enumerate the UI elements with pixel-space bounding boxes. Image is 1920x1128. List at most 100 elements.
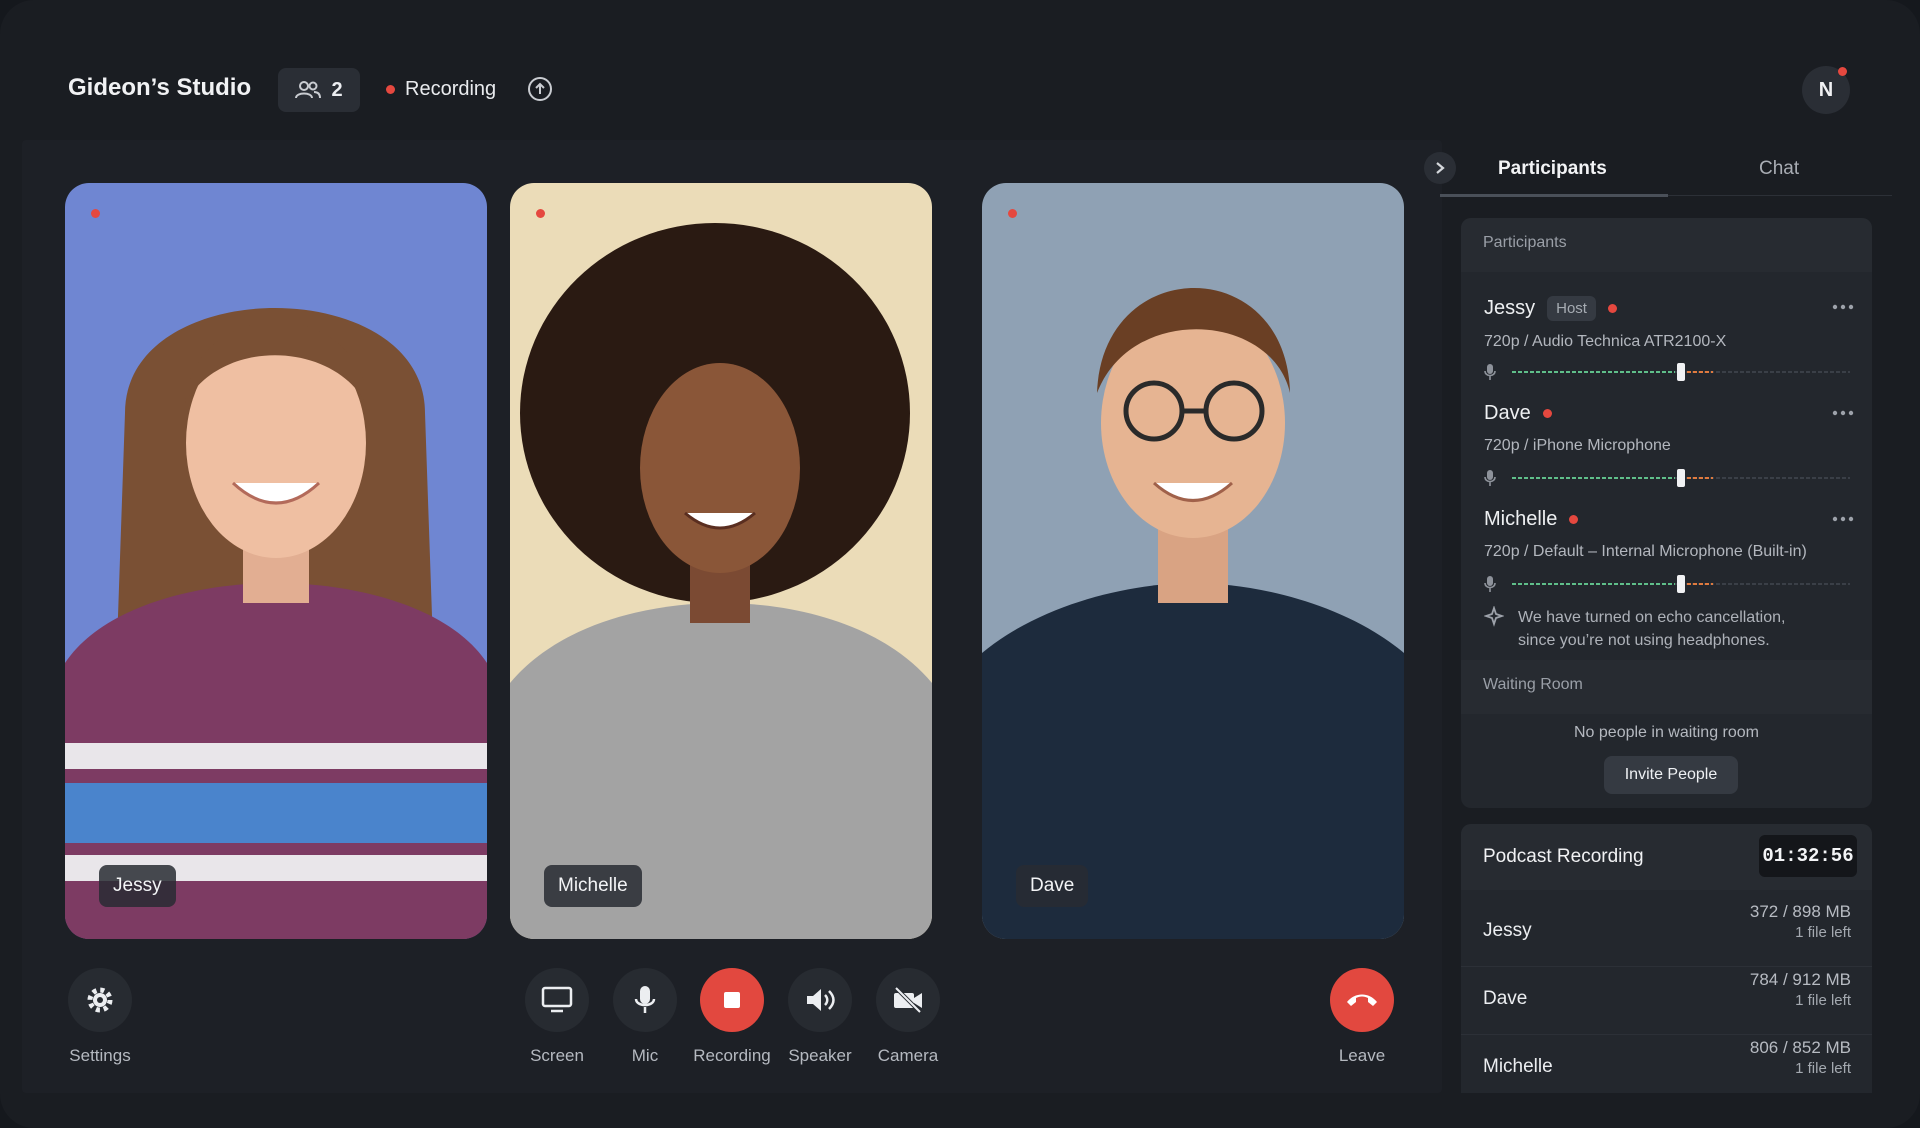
tile-name-tag: Jessy xyxy=(99,865,176,907)
upload-row-name: Jessy xyxy=(1483,920,1532,941)
upload-row-size: 372 / 898 MB xyxy=(1749,902,1851,921)
tab-divider xyxy=(1668,195,1892,196)
recording-status: Recording xyxy=(386,78,496,101)
video-tile-dave[interactable]: Dave xyxy=(982,183,1404,939)
speaker-button[interactable] xyxy=(788,968,852,1032)
audio-level-meter[interactable] xyxy=(1484,362,1854,382)
camera-off-icon xyxy=(894,986,922,1014)
participant-name: Dave xyxy=(1484,402,1531,424)
tab-participants[interactable]: Participants xyxy=(1498,158,1607,180)
participant-device: 720p / Audio Technica ATR2100-X xyxy=(1484,333,1727,350)
camera-label: Camera xyxy=(877,1046,939,1065)
row-divider xyxy=(1461,966,1872,967)
leave-call-button[interactable] xyxy=(1330,968,1394,1032)
host-badge: Host xyxy=(1547,296,1596,321)
volume-slider-handle[interactable] xyxy=(1677,363,1685,381)
upload-row: Jessy 372 / 898 MB 1 file left xyxy=(1461,902,1872,967)
mic-small-icon xyxy=(1487,364,1493,374)
hang-up-icon xyxy=(1347,994,1377,1006)
settings-label: Settings xyxy=(69,1046,131,1065)
recording-indicator-icon xyxy=(1008,209,1017,218)
tab-chat[interactable]: Chat xyxy=(1759,158,1799,180)
screen-share-button[interactable] xyxy=(525,968,589,1032)
screen-control[interactable]: Screen xyxy=(507,968,607,1066)
participant-name: Michelle xyxy=(1484,508,1558,530)
studio-window: Gideon’s Studio 2 Recording N Jessy Mich… xyxy=(0,0,1920,1128)
participant-row: Jessy Host 720p / Audio Technica ATR2100… xyxy=(1484,296,1854,381)
recording-timer: 01:32:56 xyxy=(1759,835,1857,877)
chevron-right-icon xyxy=(1436,162,1445,174)
volume-slider-handle[interactable] xyxy=(1677,469,1685,487)
row-divider xyxy=(1461,1034,1872,1035)
recording-indicator-icon xyxy=(536,209,545,218)
mic-small-icon xyxy=(1487,576,1493,586)
echo-notice-line2: since you’re not using headphones. xyxy=(1518,632,1770,649)
more-options-icon[interactable] xyxy=(1832,516,1854,522)
upload-row-name: Michelle xyxy=(1483,1056,1553,1077)
monitor-icon xyxy=(541,986,573,1013)
upload-row-size: 806 / 852 MB xyxy=(1749,1038,1851,1057)
tile-name-tag: Dave xyxy=(1016,865,1089,907)
upload-row-name: Dave xyxy=(1483,988,1528,1009)
tile-name-tag: Michelle xyxy=(544,865,642,907)
recording-title: Podcast Recording xyxy=(1483,846,1644,867)
waiting-room-empty-text: No people in waiting room xyxy=(1574,724,1759,741)
camera-button[interactable] xyxy=(876,968,940,1032)
speaker-icon xyxy=(807,989,835,1011)
studio-title: Gideon’s Studio xyxy=(68,74,252,101)
mic-label: Mic xyxy=(631,1046,659,1065)
speaker-control[interactable]: Speaker xyxy=(770,968,870,1066)
stop-icon xyxy=(724,992,740,1008)
echo-cancellation-notice: We have turned on echo cancellation, sin… xyxy=(1484,606,1854,652)
waiting-room-label: Waiting Room xyxy=(1483,676,1583,693)
michelle-portrait-image xyxy=(510,183,932,939)
settings-control[interactable]: Settings xyxy=(50,968,150,1066)
jessy-portrait-image xyxy=(65,183,487,939)
upload-row: Dave 784 / 912 MB 1 file left xyxy=(1461,970,1872,1035)
recording-status-label: Recording xyxy=(405,78,497,100)
mic-control[interactable]: Mic xyxy=(595,968,695,1066)
sparkle-headphones-icon xyxy=(1484,606,1504,627)
upload-row-files-left: 1 file left xyxy=(1795,924,1851,941)
more-options-icon[interactable] xyxy=(1832,304,1854,310)
leave-control[interactable]: Leave xyxy=(1312,968,1412,1066)
participants-section-label: Participants xyxy=(1483,234,1567,251)
participant-device: 720p / Default – Internal Microphone (Bu… xyxy=(1484,543,1807,560)
recording-dot-icon xyxy=(1542,409,1552,418)
participants-card: Participants Jessy Host 720p / Audio Tec… xyxy=(1461,218,1872,808)
settings-button[interactable] xyxy=(68,968,132,1032)
volume-slider-handle[interactable] xyxy=(1677,575,1685,593)
participant-name: Jessy xyxy=(1484,297,1536,319)
top-bar: Gideon’s Studio 2 Recording N xyxy=(0,0,1920,140)
upload-row: Michelle 806 / 852 MB 1 file left xyxy=(1483,1038,1851,1093)
recording-dot-icon xyxy=(1607,304,1617,313)
mic-button[interactable] xyxy=(613,968,677,1032)
notification-dot-icon xyxy=(1838,67,1847,76)
video-tile-jessy[interactable]: Jessy xyxy=(65,183,487,939)
microphone-icon xyxy=(634,986,656,1013)
participant-count-chip[interactable]: 2 xyxy=(278,68,360,112)
speaker-label: Speaker xyxy=(788,1046,852,1065)
collapse-panel-button[interactable] xyxy=(1424,152,1456,184)
more-options-icon[interactable] xyxy=(1832,410,1854,416)
upload-row-files-left: 1 file left xyxy=(1795,992,1851,1009)
invite-people-button[interactable]: Invite People xyxy=(1604,756,1738,794)
audio-level-meter[interactable] xyxy=(1484,468,1854,488)
upload-icon[interactable] xyxy=(527,76,553,102)
dave-portrait-image xyxy=(982,183,1404,939)
stop-recording-button[interactable] xyxy=(700,968,764,1032)
echo-notice-line1: We have turned on echo cancellation, xyxy=(1518,609,1786,626)
participant-row: Dave 720p / iPhone Microphone xyxy=(1484,402,1854,487)
active-tab-indicator xyxy=(1440,194,1668,197)
recording-indicator-icon xyxy=(91,209,100,218)
upload-row-files-left: 1 file left xyxy=(1795,1060,1851,1077)
recording-dot-icon xyxy=(386,85,395,94)
camera-control[interactable]: Camera xyxy=(858,968,958,1066)
audio-level-meter[interactable] xyxy=(1484,574,1854,594)
mic-small-icon xyxy=(1487,470,1493,480)
video-tile-michelle[interactable]: Michelle xyxy=(510,183,932,939)
people-icon xyxy=(295,81,322,99)
upload-row-size: 784 / 912 MB xyxy=(1749,970,1851,989)
recording-control[interactable]: Recording xyxy=(682,968,782,1066)
participant-device: 720p / iPhone Microphone xyxy=(1484,437,1671,454)
